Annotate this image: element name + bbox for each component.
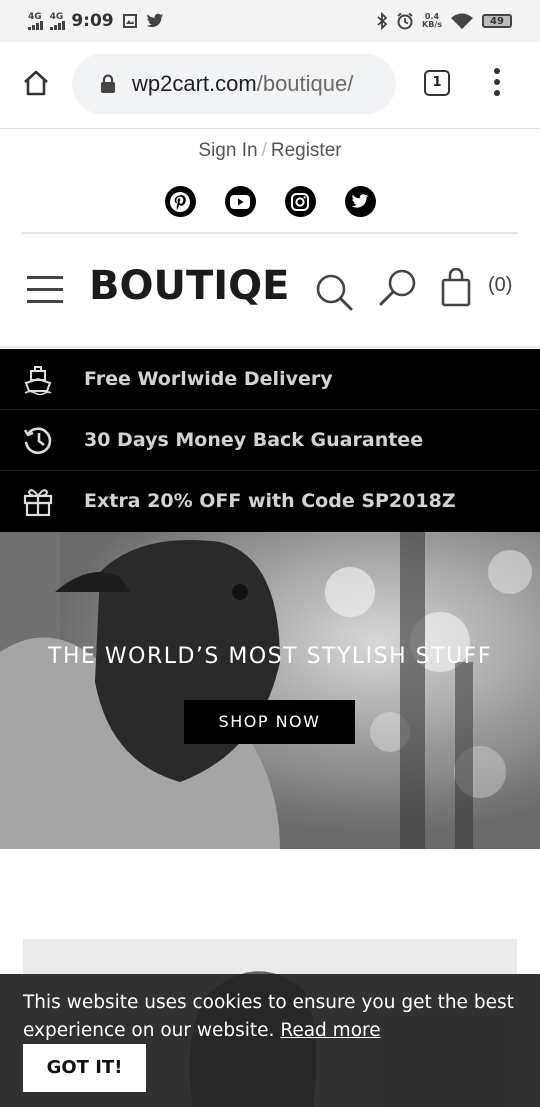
url-text: wp2cart.com/boutique/ (132, 71, 354, 96)
promo-text: 30 Days Money Back Guarantee (84, 429, 424, 451)
promo-strip: Free Worlwide Delivery 30 Days Money Bac… (0, 349, 540, 532)
site-header: BOUTIQE (0) (0, 246, 540, 346)
sign-in-link[interactable]: Sign In (198, 140, 257, 161)
promo-item: Free Worlwide Delivery (0, 349, 540, 409)
twitter-icon (146, 13, 163, 28)
menu-icon[interactable] (27, 276, 63, 312)
site-logo[interactable]: BOUTIQE (89, 263, 289, 309)
wifi-icon (451, 13, 473, 29)
shopping-bag-icon[interactable] (440, 268, 472, 308)
hero-title: THE WORLD’S MOST STYLISH STUFF (48, 644, 492, 669)
status-bar: 4G 4G 9:09 0.4 KB/s 49 (0, 0, 540, 42)
address-bar[interactable]: wp2cart.com/boutique/ (72, 54, 396, 114)
tab-switcher-button[interactable]: 1 (424, 70, 450, 96)
cookie-banner: This website uses cookies to ensure you … (0, 974, 540, 1107)
promo-item: Extra 20% OFF with Code SP2018Z (0, 471, 540, 531)
battery-indicator: 49 (482, 14, 512, 28)
home-icon[interactable] (22, 69, 50, 97)
promo-text: Free Worlwide Delivery (84, 368, 333, 390)
gift-icon (23, 489, 53, 517)
promo-item: 30 Days Money Back Guarantee (0, 410, 540, 470)
read-more-link[interactable]: Read more (280, 1020, 380, 1041)
browser-toolbar: wp2cart.com/boutique/ 1 (0, 42, 540, 129)
history-icon (23, 427, 52, 455)
link-separator: / (261, 140, 267, 161)
pinterest-icon[interactable] (164, 186, 196, 217)
twitter-icon[interactable] (344, 186, 376, 217)
alarm-icon (397, 12, 413, 30)
account-links: Sign In / Register (0, 140, 540, 162)
header-divider (0, 346, 540, 348)
overflow-menu-icon[interactable] (494, 68, 500, 101)
clock: 9:09 (71, 11, 114, 31)
register-link[interactable]: Register (271, 140, 342, 161)
social-links (0, 186, 540, 217)
cookie-message: This website uses cookies to ensure you … (23, 992, 514, 1041)
instagram-icon[interactable] (284, 186, 316, 217)
divider (22, 232, 518, 234)
hero-image (0, 532, 540, 849)
network-speed: 0.4 KB/s (422, 12, 442, 29)
promo-text: Extra 20% OFF with Code SP2018Z (84, 490, 456, 512)
search-icon[interactable] (314, 272, 354, 312)
signal-icon-2: 4G (49, 12, 65, 30)
bluetooth-icon (377, 12, 388, 30)
shop-now-button[interactable]: SHOP NOW (184, 700, 355, 744)
signal-icon: 4G (28, 12, 43, 30)
screenshot-icon (122, 14, 137, 28)
search-toggle-icon[interactable] (378, 268, 418, 308)
accept-cookies-button[interactable]: GOT IT! (23, 1044, 146, 1092)
cart-count[interactable]: (0) (488, 274, 512, 297)
youtube-icon[interactable] (224, 186, 256, 217)
ship-icon (24, 366, 52, 395)
lock-icon (101, 74, 115, 93)
hero-banner: THE WORLD’S MOST STYLISH STUFF SHOP NOW (0, 532, 540, 849)
